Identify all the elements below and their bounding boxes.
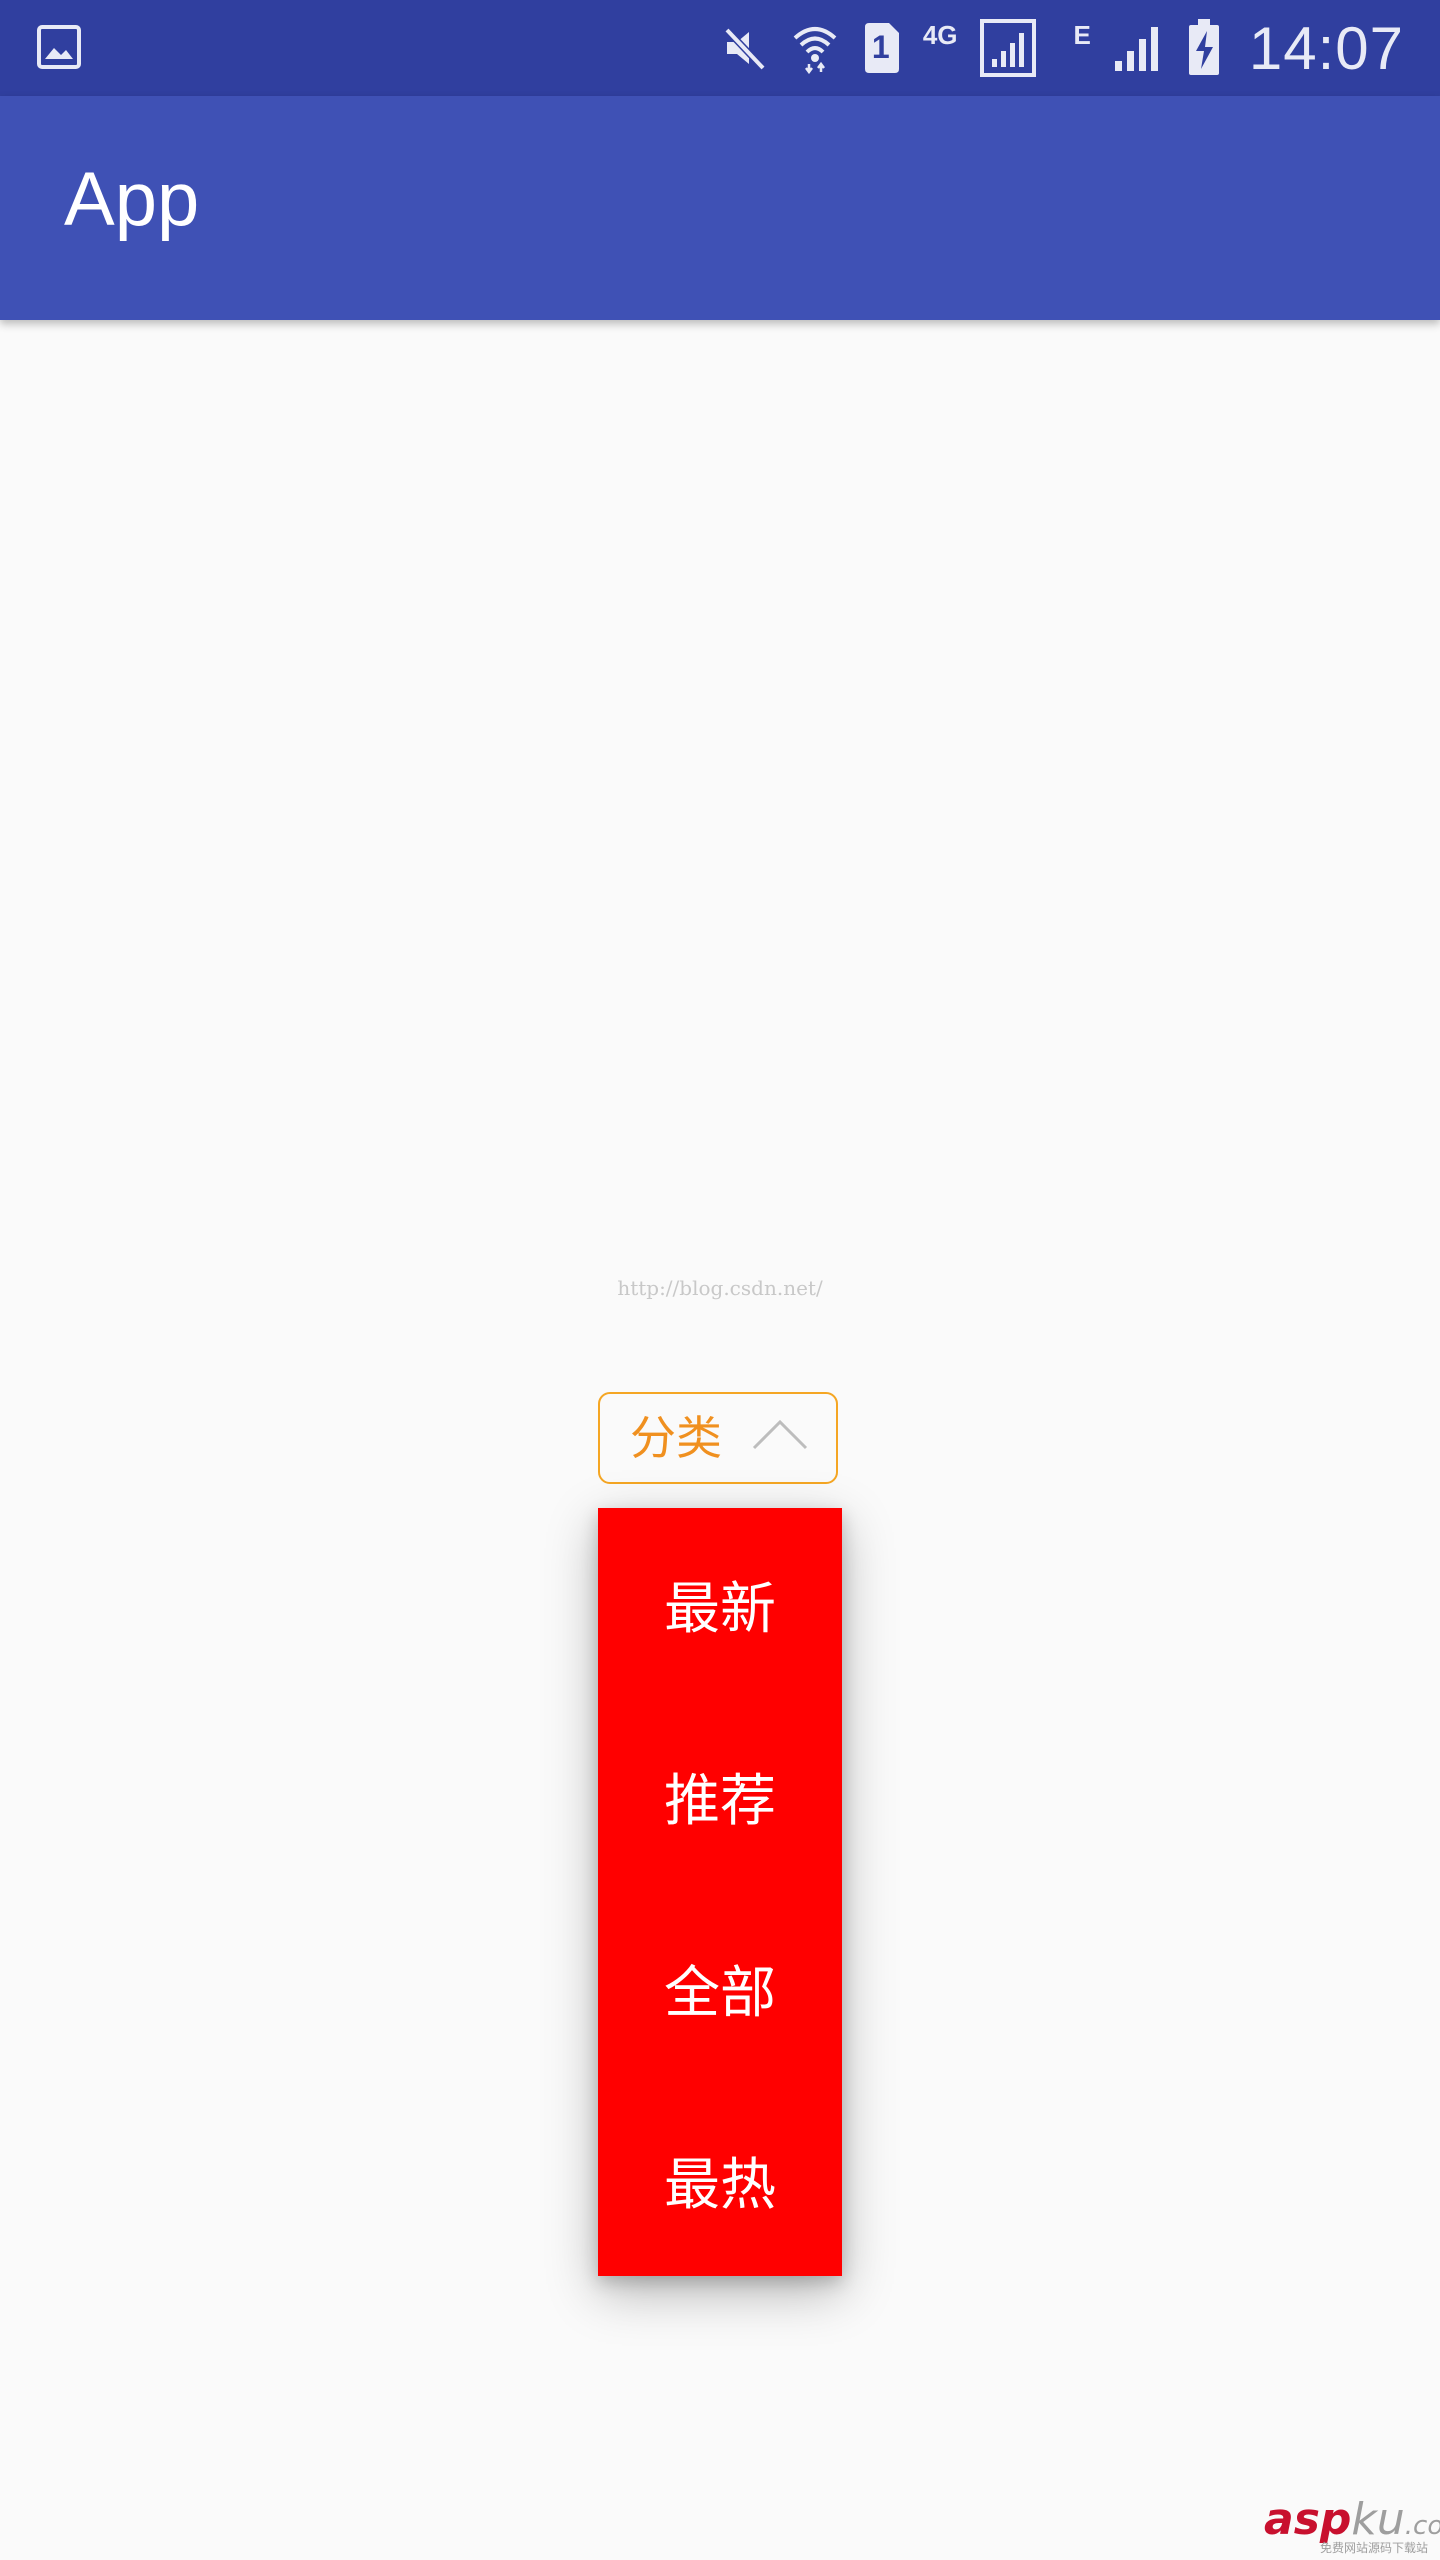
category-label: 分类 xyxy=(630,1411,722,1465)
battery-charging-icon xyxy=(1187,19,1221,77)
image-icon xyxy=(36,24,82,70)
logo-tagline: 免费网站源码下载站 xyxy=(1319,2541,1428,2555)
menu-item-hottest[interactable]: 最热 xyxy=(598,2084,842,2276)
app-bar: App xyxy=(0,96,1440,320)
watermark-url: http://blog.csdn.net/ xyxy=(617,1276,823,1300)
logo-part-asp: asp xyxy=(1264,2494,1352,2545)
category-spinner[interactable]: 分类 xyxy=(598,1392,838,1484)
menu-item-newest[interactable]: 最新 xyxy=(598,1508,842,1700)
menu-item-recommended[interactable]: 推荐 xyxy=(598,1700,842,1892)
wifi-icon xyxy=(791,22,839,74)
signal-icon xyxy=(979,19,1036,77)
sim-number: 1 xyxy=(871,29,890,65)
edge-label: E xyxy=(1073,19,1091,50)
logo-part-ku: ku xyxy=(1351,2494,1405,2545)
status-time: 14:07 xyxy=(1248,14,1404,82)
network-type-label: 4G xyxy=(922,19,958,50)
logo-part-com: .com xyxy=(1404,2511,1440,2541)
chevron-up-icon xyxy=(752,1416,808,1456)
mute-icon xyxy=(721,24,769,72)
signal-icon xyxy=(1113,23,1165,73)
dropdown-menu: 最新 推荐 全部 最热 xyxy=(598,1508,842,2276)
app-title: App xyxy=(64,157,200,242)
menu-item-all[interactable]: 全部 xyxy=(598,1892,842,2084)
sim-icon: 1 xyxy=(861,21,901,75)
status-bar: 1 4G E 14:07 xyxy=(0,0,1440,96)
site-watermark-logo: aspku.com 免费网站源码下载站 xyxy=(1264,2494,1440,2556)
